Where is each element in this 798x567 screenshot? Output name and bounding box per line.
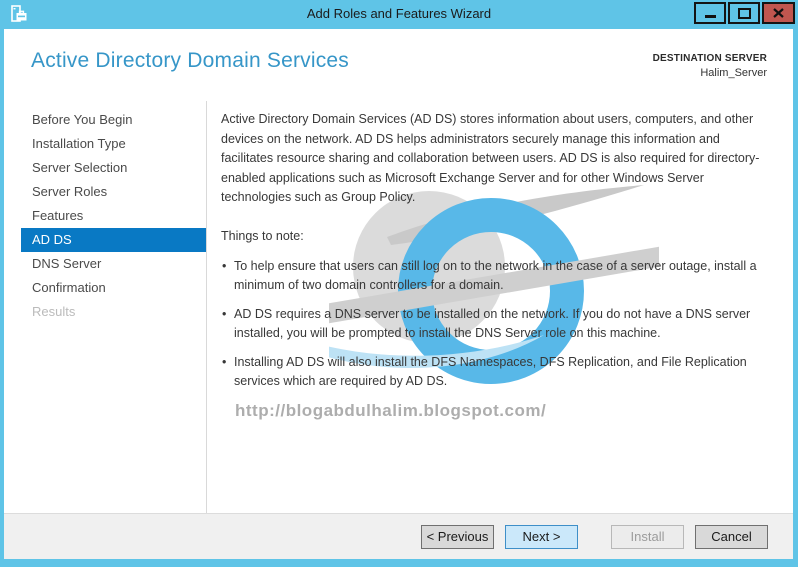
maximize-icon: [737, 7, 751, 19]
watermark-url: http://blogabdulhalim.blogspot.com/: [235, 400, 547, 420]
close-icon: [773, 8, 784, 18]
footer: < Previous Next > Install Cancel: [4, 513, 793, 559]
close-button[interactable]: [762, 2, 795, 24]
sidebar-item-features[interactable]: Features: [21, 204, 206, 228]
wizard-frame: Active Directory Domain Services DESTINA…: [4, 29, 793, 559]
wizard-window: Add Roles and Features Wizard Active Dir…: [0, 0, 798, 567]
note-item: AD DS requires a DNS server to be instal…: [221, 305, 773, 344]
cancel-button[interactable]: Cancel: [695, 524, 768, 549]
sidebar-item-before-you-begin[interactable]: Before You Begin: [21, 108, 206, 132]
content-pane: Active Directory Domain Services (AD DS)…: [207, 101, 793, 513]
sidebar-item-installation-type[interactable]: Installation Type: [21, 132, 206, 156]
window-controls: [692, 2, 795, 24]
things-to-note-heading: Things to note:: [221, 228, 304, 243]
destination-server-block: DESTINATION SERVER Halim_Server: [653, 53, 767, 79]
previous-button[interactable]: < Previous: [421, 524, 494, 549]
sidebar-item-confirmation[interactable]: Confirmation: [21, 276, 206, 300]
next-button[interactable]: Next >: [505, 524, 578, 549]
sidebar-item-dns-server[interactable]: DNS Server: [21, 252, 206, 276]
sidebar: Before You Begin Installation Type Serve…: [4, 101, 207, 513]
destination-server-label: DESTINATION SERVER: [652, 53, 767, 64]
sidebar-item-ad-ds[interactable]: AD DS: [21, 228, 206, 252]
destination-server-name: Halim_Server: [700, 67, 767, 79]
header: Active Directory Domain Services DESTINA…: [4, 29, 793, 101]
minimize-button[interactable]: [694, 2, 726, 24]
maximize-button[interactable]: [728, 2, 760, 24]
minimize-icon: [704, 15, 716, 18]
note-list: To help ensure that users can still log …: [221, 257, 773, 392]
sidebar-item-server-selection[interactable]: Server Selection: [21, 156, 206, 180]
install-button: Install: [611, 524, 684, 549]
sidebar-item-results: Results: [32, 304, 76, 319]
titlebar: Add Roles and Features Wizard: [0, 0, 798, 28]
note-item: To help ensure that users can still log …: [221, 257, 773, 296]
note-item: Installing AD DS will also install the D…: [221, 353, 773, 392]
page-title: Active Directory Domain Services: [31, 49, 349, 72]
wizard-body: Before You Begin Installation Type Serve…: [4, 101, 793, 513]
intro-paragraph: Active Directory Domain Services (AD DS)…: [221, 112, 760, 204]
window-title: Add Roles and Features Wizard: [306, 6, 492, 21]
sidebar-item-server-roles[interactable]: Server Roles: [21, 180, 206, 204]
